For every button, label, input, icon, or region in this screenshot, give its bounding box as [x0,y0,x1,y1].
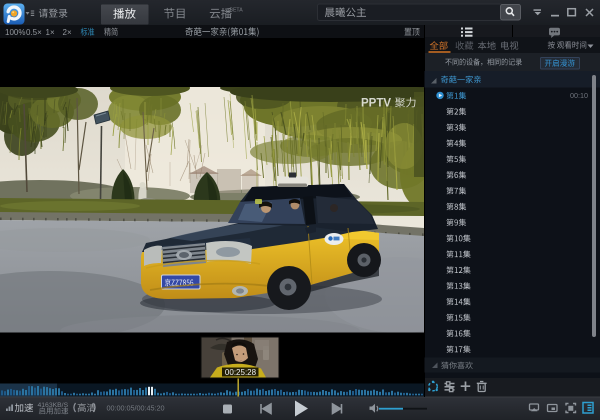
svg-text:1×: 1× [46,28,55,37]
svg-text:00:25:28: 00:25:28 [225,368,257,377]
svg-text:PPTV: PPTV [361,98,391,110]
svg-text:100%: 100% [5,28,25,37]
svg-text:2×: 2× [63,28,72,37]
svg-text:BETA: BETA [230,8,244,14]
svg-text:00:10: 00:10 [570,91,588,100]
svg-text:00:00:05/00:45:20: 00:00:05/00:45:20 [107,404,165,413]
svg-text:0.5×: 0.5× [26,28,42,37]
